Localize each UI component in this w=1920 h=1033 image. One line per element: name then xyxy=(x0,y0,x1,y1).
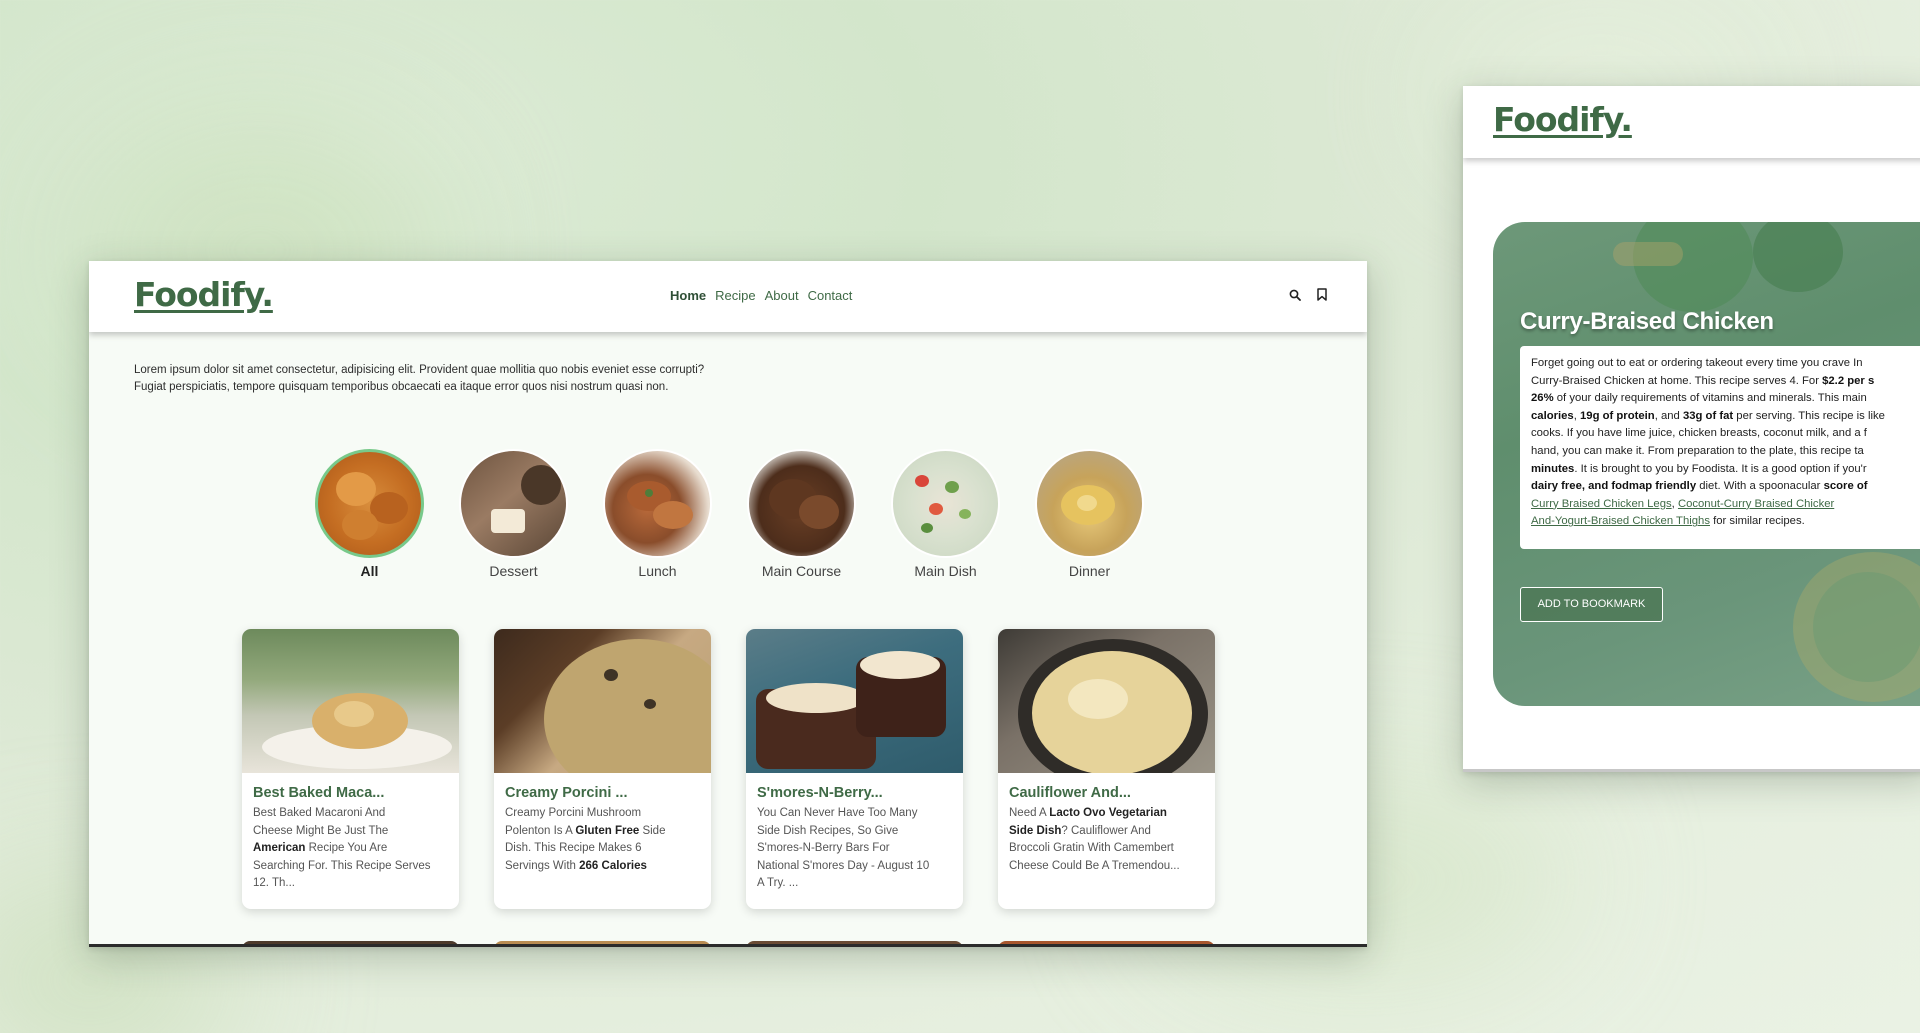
recipe-description: Creamy Porcini Mushroom Polenton Is A Gl… xyxy=(494,805,711,875)
summary-line: Curry-Braised Chicken at home. This reci… xyxy=(1531,374,1875,387)
summary-line: And-Yogurt-Braised Chicken Thighs for si… xyxy=(1531,515,1805,528)
similar-recipe-link[interactable]: And-Yogurt-Braised Chicken Thighs xyxy=(1531,515,1710,527)
category-label: Lunch xyxy=(638,563,677,579)
summary-line: dairy free, and fodmap friendly diet. Wi… xyxy=(1531,480,1868,493)
recipe-desc-line: Side Dish? Cauliflower And xyxy=(1009,824,1151,837)
category-image xyxy=(603,449,712,558)
category-label: Main Dish xyxy=(914,563,977,579)
category-image xyxy=(747,449,856,558)
recipe-desc-line: Searching For. This Recipe Serves xyxy=(253,859,431,872)
recipe-description: You Can Never Have Too Many Side Dish Re… xyxy=(746,805,963,893)
category-list: All Dessert Lunch Main Course Main Dish … xyxy=(315,449,1144,579)
category-dinner[interactable]: Dinner xyxy=(1035,449,1144,579)
recipe-desc-line: A Try. ... xyxy=(757,877,799,889)
next-card-peek xyxy=(746,941,963,944)
home-page-window: Foodify. Home Recipe About Contact Lorem… xyxy=(89,261,1367,947)
category-image xyxy=(1035,449,1144,558)
summary-line: cooks. If you have lime juice, chicken b… xyxy=(1531,427,1867,440)
recipe-title: S'mores-N-Berry... xyxy=(757,785,883,801)
navbar: Foodify. xyxy=(1463,86,1920,158)
recipe-image xyxy=(746,629,963,773)
summary-line: Curry Braised Chicken Legs, Coconut-Curr… xyxy=(1531,497,1835,510)
recipe-card[interactable]: S'mores-N-Berry... You Can Never Have To… xyxy=(746,629,963,909)
search-icon[interactable] xyxy=(1289,289,1301,301)
category-main-dish[interactable]: Main Dish xyxy=(891,449,1000,579)
recipe-description: Need A Lacto Ovo Vegetarian Side Dish? C… xyxy=(998,805,1215,875)
similar-recipe-link[interactable]: Coconut-Curry Braised Chicker xyxy=(1678,498,1834,510)
summary-line: Forget going out to eat or ordering take… xyxy=(1531,357,1863,369)
add-to-bookmark-button[interactable]: ADD TO BOOKMARK xyxy=(1520,587,1663,622)
recipe-detail-window: Foodify. Curry-Braised Chicken Forget go… xyxy=(1463,86,1920,772)
recipe-desc-line: Best Baked Macaroni And xyxy=(253,807,386,819)
next-card-peek xyxy=(494,941,711,944)
recipe-card-grid: Best Baked Maca... Best Baked Macaroni A… xyxy=(242,629,1215,909)
recipe-desc-line: Creamy Porcini Mushroom xyxy=(505,807,642,819)
next-card-peek xyxy=(242,941,459,944)
bookmark-icon[interactable] xyxy=(1317,288,1327,301)
nav-link-recipe[interactable]: Recipe xyxy=(715,288,755,303)
recipe-desc-line: S'mores-N-Berry Bars For xyxy=(757,842,890,854)
intro-line-2: Fugiat perspiciatis, tempore quisquam te… xyxy=(134,381,669,393)
recipe-desc-line: Cheese Could Be A Tremendou... xyxy=(1009,859,1180,872)
recipe-card[interactable]: Best Baked Maca... Best Baked Macaroni A… xyxy=(242,629,459,909)
recipe-description: Best Baked Macaroni And Cheese Might Be … xyxy=(242,805,459,893)
category-all[interactable]: All xyxy=(315,449,424,579)
category-image xyxy=(459,449,568,558)
navbar: Foodify. Home Recipe About Contact xyxy=(89,261,1367,332)
recipe-desc-line: You Can Never Have Too Many xyxy=(757,807,918,819)
recipe-image xyxy=(998,629,1215,773)
category-label: All xyxy=(360,563,379,579)
summary-line: 26% of your daily requirements of vitami… xyxy=(1531,392,1867,405)
category-label: Dinner xyxy=(1068,563,1111,579)
summary-line: hand, you can make it. From preparation … xyxy=(1531,444,1864,457)
nav-link-contact[interactable]: Contact xyxy=(808,288,853,303)
recipe-image xyxy=(242,629,459,773)
summary-line: minutes. It is brought to you by Foodist… xyxy=(1531,462,1867,475)
recipe-desc-line: Cheese Might Be Just The xyxy=(253,824,389,837)
nav-link-about[interactable]: About xyxy=(765,288,799,303)
category-label: Main Course xyxy=(761,563,842,579)
next-card-peek xyxy=(998,941,1215,944)
recipe-hero: Curry-Braised Chicken Forget going out t… xyxy=(1493,222,1920,706)
nav-link-home[interactable]: Home xyxy=(670,288,706,303)
recipe-title: Best Baked Maca... xyxy=(253,785,385,801)
recipe-title: Curry-Braised Chicken xyxy=(1520,308,1774,335)
similar-recipe-link[interactable]: Curry Braised Chicken Legs xyxy=(1531,498,1672,510)
category-main-course[interactable]: Main Course xyxy=(747,449,856,579)
recipe-desc-line: Side Dish Recipes, So Give xyxy=(757,824,899,837)
recipe-desc-line: Broccoli Gratin With Camembert xyxy=(1009,842,1174,854)
category-label: Dessert xyxy=(489,563,538,579)
recipe-desc-line: National S'mores Day - August 10 xyxy=(757,859,930,872)
recipe-desc-line: American Recipe You Are xyxy=(253,842,388,854)
intro-line-1: Lorem ipsum dolor sit amet consectetur, … xyxy=(134,364,705,376)
category-image xyxy=(891,449,1000,558)
recipe-desc-line: Dish. This Recipe Makes 6 xyxy=(505,842,642,854)
nav-icons xyxy=(1289,288,1327,301)
recipe-title: Cauliflower And... xyxy=(1009,785,1131,801)
recipe-card[interactable]: Cauliflower And... Need A Lacto Ovo Vege… xyxy=(998,629,1215,909)
recipe-card[interactable]: Creamy Porcini ... Creamy Porcini Mushro… xyxy=(494,629,711,909)
recipe-desc-line: Servings With 266 Calories xyxy=(505,859,647,872)
logo[interactable]: Foodify. xyxy=(134,275,274,314)
recipe-image xyxy=(494,629,711,773)
recipe-desc-line: Need A Lacto Ovo Vegetarian xyxy=(1009,807,1167,819)
logo[interactable]: Foodify. xyxy=(1493,100,1633,139)
recipe-title: Creamy Porcini ... xyxy=(505,785,628,801)
category-dessert[interactable]: Dessert xyxy=(459,449,568,579)
category-image xyxy=(315,449,424,558)
recipe-desc-line: Polenton Is A Gluten Free Side xyxy=(505,824,666,837)
category-lunch[interactable]: Lunch xyxy=(603,449,712,579)
recipe-summary: Forget going out to eat or ordering take… xyxy=(1520,346,1920,549)
intro-text: Lorem ipsum dolor sit amet consectetur, … xyxy=(134,362,834,396)
nav-links: Home Recipe About Contact xyxy=(670,288,852,303)
recipe-desc-line: 12. Th... xyxy=(253,877,295,889)
summary-line: calories, 19g of protein, and 33g of fat… xyxy=(1531,409,1885,422)
